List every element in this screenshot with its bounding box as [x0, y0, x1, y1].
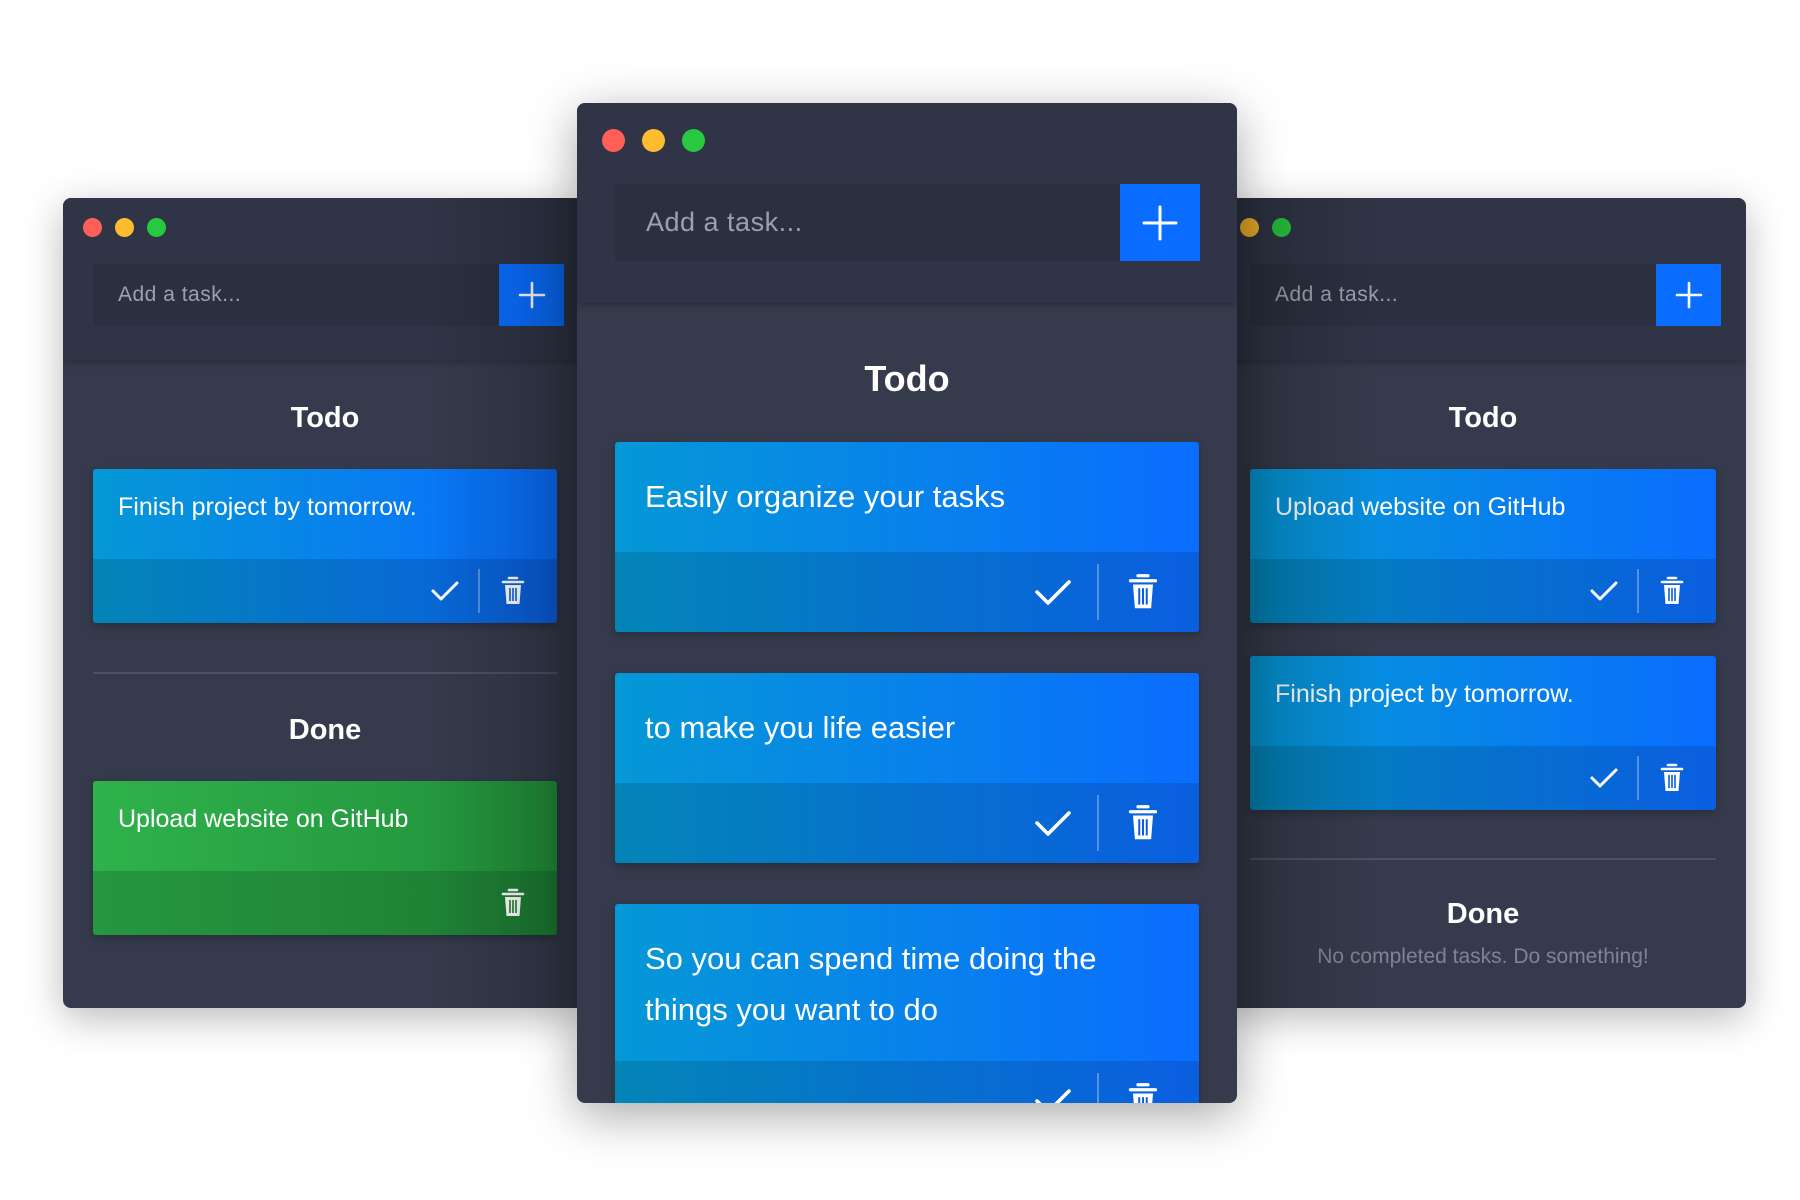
window-header — [63, 198, 587, 360]
add-task-input[interactable] — [615, 184, 1120, 261]
window-header — [1220, 198, 1746, 360]
delete-task-button[interactable] — [1642, 569, 1702, 613]
minimize-window-button[interactable] — [1240, 218, 1259, 237]
todo-section-title: Todo — [290, 402, 360, 434]
add-task-row — [615, 184, 1200, 261]
plus-icon — [1142, 205, 1178, 240]
delete-task-button[interactable] — [1642, 756, 1702, 800]
check-icon — [1590, 768, 1618, 788]
todo-card: Easily organize your tasks — [615, 442, 1199, 632]
done-empty-message: No completed tasks. Do something! — [1317, 945, 1649, 968]
delete-task-button[interactable] — [483, 569, 543, 613]
trash-icon — [1660, 576, 1684, 604]
task-text: So you can spend time doing the things y… — [645, 941, 1097, 1027]
right-app-window: Todo Upload website on GitHub Finish pro… — [1220, 198, 1746, 1008]
done-section-title: Done — [288, 714, 362, 746]
plus-icon — [518, 281, 545, 309]
trash-icon — [501, 576, 525, 604]
action-divider — [1097, 564, 1099, 620]
task-text: Finish project by tomorrow. — [118, 493, 417, 521]
maximize-window-button[interactable] — [1272, 218, 1291, 237]
action-divider — [1097, 795, 1099, 851]
add-task-button[interactable] — [1120, 184, 1200, 261]
check-icon — [1590, 581, 1618, 601]
todo-card: So you can spend time doing the things y… — [615, 904, 1199, 1103]
trash-icon — [501, 888, 525, 916]
left-app-window: Todo Finish project by tomorrow. Done — [63, 198, 587, 1008]
close-window-button[interactable] — [602, 129, 625, 152]
task-text: Easily organize your tasks — [645, 479, 1006, 514]
complete-task-button[interactable] — [1015, 1071, 1091, 1103]
todo-section-title: Todo — [1448, 402, 1518, 434]
delete-task-button[interactable] — [483, 881, 543, 925]
trash-icon — [1128, 1083, 1158, 1103]
todo-card: Finish project by tomorrow. — [1250, 656, 1716, 810]
action-divider — [1637, 569, 1639, 613]
task-text: Upload website on GitHub — [118, 805, 409, 833]
task-text: Upload website on GitHub — [1275, 493, 1566, 521]
window-header — [577, 103, 1237, 303]
complete-task-button[interactable] — [1574, 756, 1634, 800]
add-task-input[interactable] — [1250, 264, 1656, 326]
add-task-button[interactable] — [1656, 264, 1721, 326]
add-task-row — [1250, 264, 1721, 326]
complete-task-button[interactable] — [415, 569, 475, 613]
check-icon — [1035, 580, 1071, 605]
todo-section-title: Todo — [864, 358, 950, 399]
check-icon — [1035, 1089, 1071, 1103]
add-task-button[interactable] — [499, 264, 564, 326]
delete-task-button[interactable] — [1105, 1071, 1181, 1103]
action-divider — [1637, 756, 1639, 800]
maximize-window-button[interactable] — [147, 218, 166, 237]
done-section-title: Done — [1446, 898, 1520, 930]
trash-icon — [1660, 763, 1684, 791]
todo-card: to make you life easier — [615, 673, 1199, 863]
action-divider — [478, 569, 480, 613]
trash-icon — [1128, 574, 1158, 609]
done-card: Upload website on GitHub — [93, 781, 557, 935]
todo-card: Upload website on GitHub — [1250, 469, 1716, 623]
minimize-window-button[interactable] — [115, 218, 134, 237]
add-task-row — [93, 264, 564, 326]
close-window-button[interactable] — [83, 218, 102, 237]
add-task-input[interactable] — [93, 264, 499, 326]
todo-card: Finish project by tomorrow. — [93, 469, 557, 623]
complete-task-button[interactable] — [1015, 562, 1091, 622]
check-icon — [431, 581, 459, 601]
task-text: Finish project by tomorrow. — [1275, 680, 1574, 708]
plus-icon — [1675, 281, 1702, 309]
delete-task-button[interactable] — [1105, 793, 1181, 853]
complete-task-button[interactable] — [1015, 793, 1091, 853]
traffic-lights — [83, 218, 166, 237]
maximize-window-button[interactable] — [682, 129, 705, 152]
trash-icon — [1128, 805, 1158, 840]
traffic-lights — [602, 129, 705, 152]
complete-task-button[interactable] — [1574, 569, 1634, 613]
minimize-window-button[interactable] — [642, 129, 665, 152]
check-icon — [1035, 811, 1071, 836]
action-divider — [1097, 1073, 1099, 1103]
task-text: to make you life easier — [645, 710, 956, 745]
delete-task-button[interactable] — [1105, 562, 1181, 622]
center-app-window: Todo Easily organize your tasks to make … — [577, 103, 1237, 1103]
